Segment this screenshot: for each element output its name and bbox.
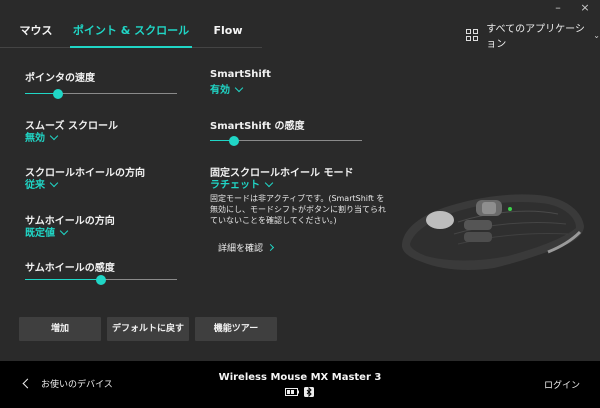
learn-more-link[interactable]: 詳細を確認 bbox=[218, 241, 275, 254]
smooth-scroll-value: 無効 bbox=[25, 133, 45, 144]
smooth-scroll-dropdown[interactable]: 無効 bbox=[25, 129, 59, 144]
slider-thumb[interactable] bbox=[229, 136, 240, 146]
application-selector[interactable]: すべてのアプリケーション ⌄ bbox=[466, 24, 600, 50]
chevron-down-icon: ⌄ bbox=[593, 30, 600, 40]
battery-icon bbox=[285, 388, 299, 396]
tab-mouse[interactable]: マウス bbox=[8, 18, 64, 48]
smartshift-dropdown[interactable]: 有効 bbox=[210, 81, 244, 96]
smartshift-label: SmartShift bbox=[210, 69, 271, 80]
smartshift-sensitivity-slider[interactable] bbox=[210, 135, 362, 147]
footer-bar: お使いのデバイス Wireless Mouse MX Master 3 ログイン bbox=[0, 361, 600, 408]
close-button[interactable]: × bbox=[573, 0, 597, 18]
fixed-scroll-mode-value: ラチェット bbox=[210, 180, 260, 191]
thumb-wheel-sensitivity-slider[interactable] bbox=[25, 274, 177, 286]
chevron-down-icon bbox=[234, 83, 244, 93]
feature-tour-button[interactable]: 機能ツアー bbox=[195, 317, 277, 341]
device-name: Wireless Mouse MX Master 3 bbox=[218, 372, 382, 383]
fixed-scroll-mode-dropdown[interactable]: ラチェット bbox=[210, 176, 274, 191]
add-button[interactable]: 増加 bbox=[19, 317, 101, 341]
scroll-direction-dropdown[interactable]: 従来 bbox=[25, 176, 59, 191]
slider-fill bbox=[25, 279, 101, 280]
thumb-wheel-direction-value: 既定値 bbox=[25, 228, 55, 239]
chevron-down-icon bbox=[264, 178, 274, 188]
chevron-down-icon bbox=[49, 131, 59, 141]
scroll-direction-value: 従来 bbox=[25, 180, 45, 191]
application-selector-label: すべてのアプリケーション bbox=[486, 24, 585, 50]
smartshift-sensitivity-label: SmartShift の感度 bbox=[210, 121, 305, 132]
bluetooth-icon bbox=[304, 387, 314, 397]
thumb-wheel-sensitivity-label: サムホイールの感度 bbox=[25, 263, 115, 274]
mouse-illustration bbox=[401, 194, 584, 270]
chevron-down-icon bbox=[59, 226, 69, 236]
pointer-speed-slider[interactable] bbox=[25, 88, 177, 100]
title-bar: – × bbox=[0, 0, 600, 18]
smartshift-value: 有効 bbox=[210, 85, 230, 96]
login-link[interactable]: ログイン bbox=[544, 378, 580, 391]
device-status-icons bbox=[285, 387, 314, 397]
restore-defaults-button[interactable]: デフォルトに戻す bbox=[107, 317, 189, 341]
pointer-speed-label: ポインタの速度 bbox=[25, 73, 95, 84]
minimize-button[interactable]: – bbox=[546, 0, 570, 18]
chevron-down-icon bbox=[49, 178, 59, 188]
tab-point-scroll[interactable]: ポイント & スクロール bbox=[70, 18, 192, 48]
chevron-right-icon bbox=[266, 243, 275, 252]
learn-more-label: 詳細を確認 bbox=[218, 244, 264, 254]
grid-icon bbox=[466, 29, 478, 41]
slider-thumb[interactable] bbox=[96, 275, 106, 285]
tab-bar: マウス ポイント & スクロール Flow bbox=[0, 18, 262, 48]
slider-thumb[interactable] bbox=[53, 89, 64, 99]
tab-flow[interactable]: Flow bbox=[198, 18, 258, 48]
fixed-mode-description: 固定モードは非アクティブです。(SmartShift を無効にし、モードシフトが… bbox=[210, 194, 386, 225]
thumb-wheel-direction-dropdown[interactable]: 既定値 bbox=[25, 224, 69, 239]
